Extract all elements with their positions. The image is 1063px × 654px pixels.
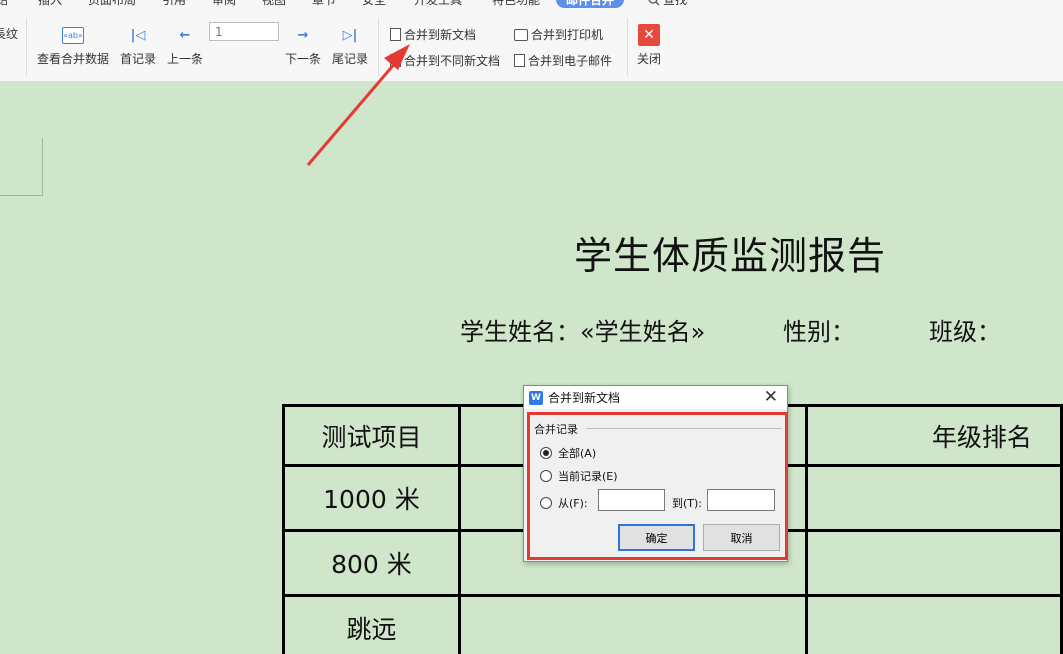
merge-to-email-label: 合并到电子邮件 [528, 54, 613, 68]
merge-to-new-doc-dialog: W 合并到新文档 ✕ 合并记录 全部(A) 当前记录(E) 从(F): 到(T)… [523, 385, 788, 562]
first-record-icon: |◁ [130, 27, 146, 43]
record-number-input[interactable] [209, 22, 279, 41]
gender-label: 性别： [783, 318, 855, 346]
radio-button-checked[interactable] [540, 447, 552, 459]
menu-view[interactable]: 视图 [262, 0, 286, 8]
menu-search-label: 查找 [663, 0, 688, 7]
wps-writer-icon: W [529, 390, 543, 405]
arrow-right-icon: → [297, 27, 309, 43]
menu-special-features[interactable]: 特色功能 [492, 0, 540, 8]
merge-field-icon: «ab» [62, 26, 84, 44]
to-label: 到(T): [672, 497, 703, 510]
ok-button[interactable]: 确定 [618, 524, 695, 551]
next-record-label: 下一条 [285, 52, 322, 66]
radio-button[interactable] [540, 497, 552, 509]
group-label: 合并记录 [534, 423, 578, 436]
last-record-icon: ▷| [342, 27, 358, 43]
printer-icon [514, 28, 528, 41]
email-document-icon [511, 52, 525, 67]
radio-current-label: 当前记录(E) [558, 470, 618, 483]
first-record-label: 首记录 [120, 52, 157, 66]
from-record-input[interactable] [598, 489, 665, 511]
merge-to-email-button[interactable]: 合并到电子邮件 [511, 52, 613, 69]
merge-to-new-doc-label: 合并到新文档 [404, 28, 477, 42]
cancel-button[interactable]: 取消 [703, 524, 780, 551]
to-record-input[interactable] [707, 489, 775, 511]
merge-to-printer-label: 合并到打印机 [531, 28, 604, 42]
table-cell[interactable] [804, 529, 1063, 597]
ribbon-separator [26, 18, 27, 76]
menu-developer[interactable]: 开发工具 [414, 0, 462, 8]
prev-record-label: 上一条 [167, 52, 204, 66]
dialog-title: 合并到新文档 [548, 391, 621, 405]
merge-to-different-docs-button[interactable]: 合并到不同新文档 [387, 52, 501, 69]
table-cell[interactable]: 1000 米 [282, 464, 461, 532]
ribbon-separator [627, 18, 628, 76]
merge-to-different-docs-label: 合并到不同新文档 [404, 54, 501, 68]
menu-start[interactable]: 始 [0, 0, 8, 8]
table-cell[interactable]: 跳远 [282, 594, 461, 654]
close-merge-button[interactable]: ✕ 关闭 [637, 24, 661, 67]
last-record-button[interactable]: ▷| 尾记录 [332, 24, 368, 67]
table-cell[interactable]: 800 米 [282, 529, 461, 597]
merge-to-printer-button[interactable]: 合并到打印机 [514, 26, 603, 43]
menu-mail-merge[interactable]: 邮件合并 [556, 0, 625, 8]
menu-insert[interactable]: 插入 [38, 0, 62, 8]
partial-tool-label[interactable]: 長纹 [0, 25, 18, 42]
close-merge-label: 关闭 [637, 52, 662, 66]
arrow-left-icon: ← [179, 27, 191, 43]
table-cell[interactable] [457, 594, 808, 654]
radio-from[interactable]: 从(F): [540, 495, 588, 511]
view-merged-data-button[interactable]: «ab» 查看合并数据 [37, 24, 109, 67]
view-merged-data-label: 查看合并数据 [37, 52, 110, 66]
table-header-cell[interactable]: 测试项目 [282, 404, 461, 467]
new-document-icon [387, 26, 401, 41]
radio-current-record[interactable]: 当前记录(E) [540, 468, 618, 484]
menu-references[interactable]: 引用 [162, 0, 186, 8]
table-cell[interactable] [804, 594, 1063, 654]
table-cell[interactable] [804, 464, 1063, 532]
menu-bar: 始 插入 页面布局 引用 审阅 视图 章节 安全 开发工具 特色功能 邮件合并 … [0, 0, 1063, 11]
last-record-label: 尾记录 [332, 52, 369, 66]
ribbon-toolbar: 始 插入 页面布局 引用 审阅 视图 章节 安全 开发工具 特色功能 邮件合并 … [0, 0, 1063, 82]
documents-icon [387, 52, 401, 67]
radio-button[interactable] [540, 470, 552, 482]
dialog-titlebar[interactable]: W 合并到新文档 ✕ [524, 386, 787, 409]
search-icon [648, 0, 660, 5]
menu-chapter[interactable]: 章节 [312, 0, 336, 8]
prev-record-button[interactable]: ← 上一条 [167, 24, 203, 67]
next-record-button[interactable]: → 下一条 [285, 24, 321, 67]
student-name-field: 学生姓名：«学生姓名» [460, 318, 706, 346]
group-divider [586, 428, 782, 429]
close-icon: ✕ [638, 24, 660, 46]
first-record-button[interactable]: |◁ 首记录 [120, 24, 156, 67]
merge-records-group: 合并记录 全部(A) 当前记录(E) 从(F): 到(T): 确定 取消 [527, 412, 788, 560]
radio-all-label: 全部(A) [558, 447, 597, 460]
menu-page-layout[interactable]: 页面布局 [88, 0, 136, 8]
ribbon-separator [378, 18, 379, 76]
close-icon[interactable]: ✕ [764, 387, 778, 407]
menu-security[interactable]: 安全 [362, 0, 386, 8]
merge-to-new-doc-button[interactable]: 合并到新文档 [387, 26, 477, 43]
table-row: 跳远 [282, 594, 1063, 654]
menu-review[interactable]: 审阅 [212, 0, 236, 8]
page-corner-marker [0, 138, 43, 196]
table-header-cell[interactable]: 年级排名 [804, 404, 1063, 467]
document-title: 学生体质监测报告 [574, 234, 887, 278]
menu-search[interactable]: 查找 [648, 0, 687, 8]
class-label: 班级： [929, 318, 1001, 346]
radio-from-label: 从(F): [558, 497, 588, 510]
radio-all[interactable]: 全部(A) [540, 445, 596, 461]
